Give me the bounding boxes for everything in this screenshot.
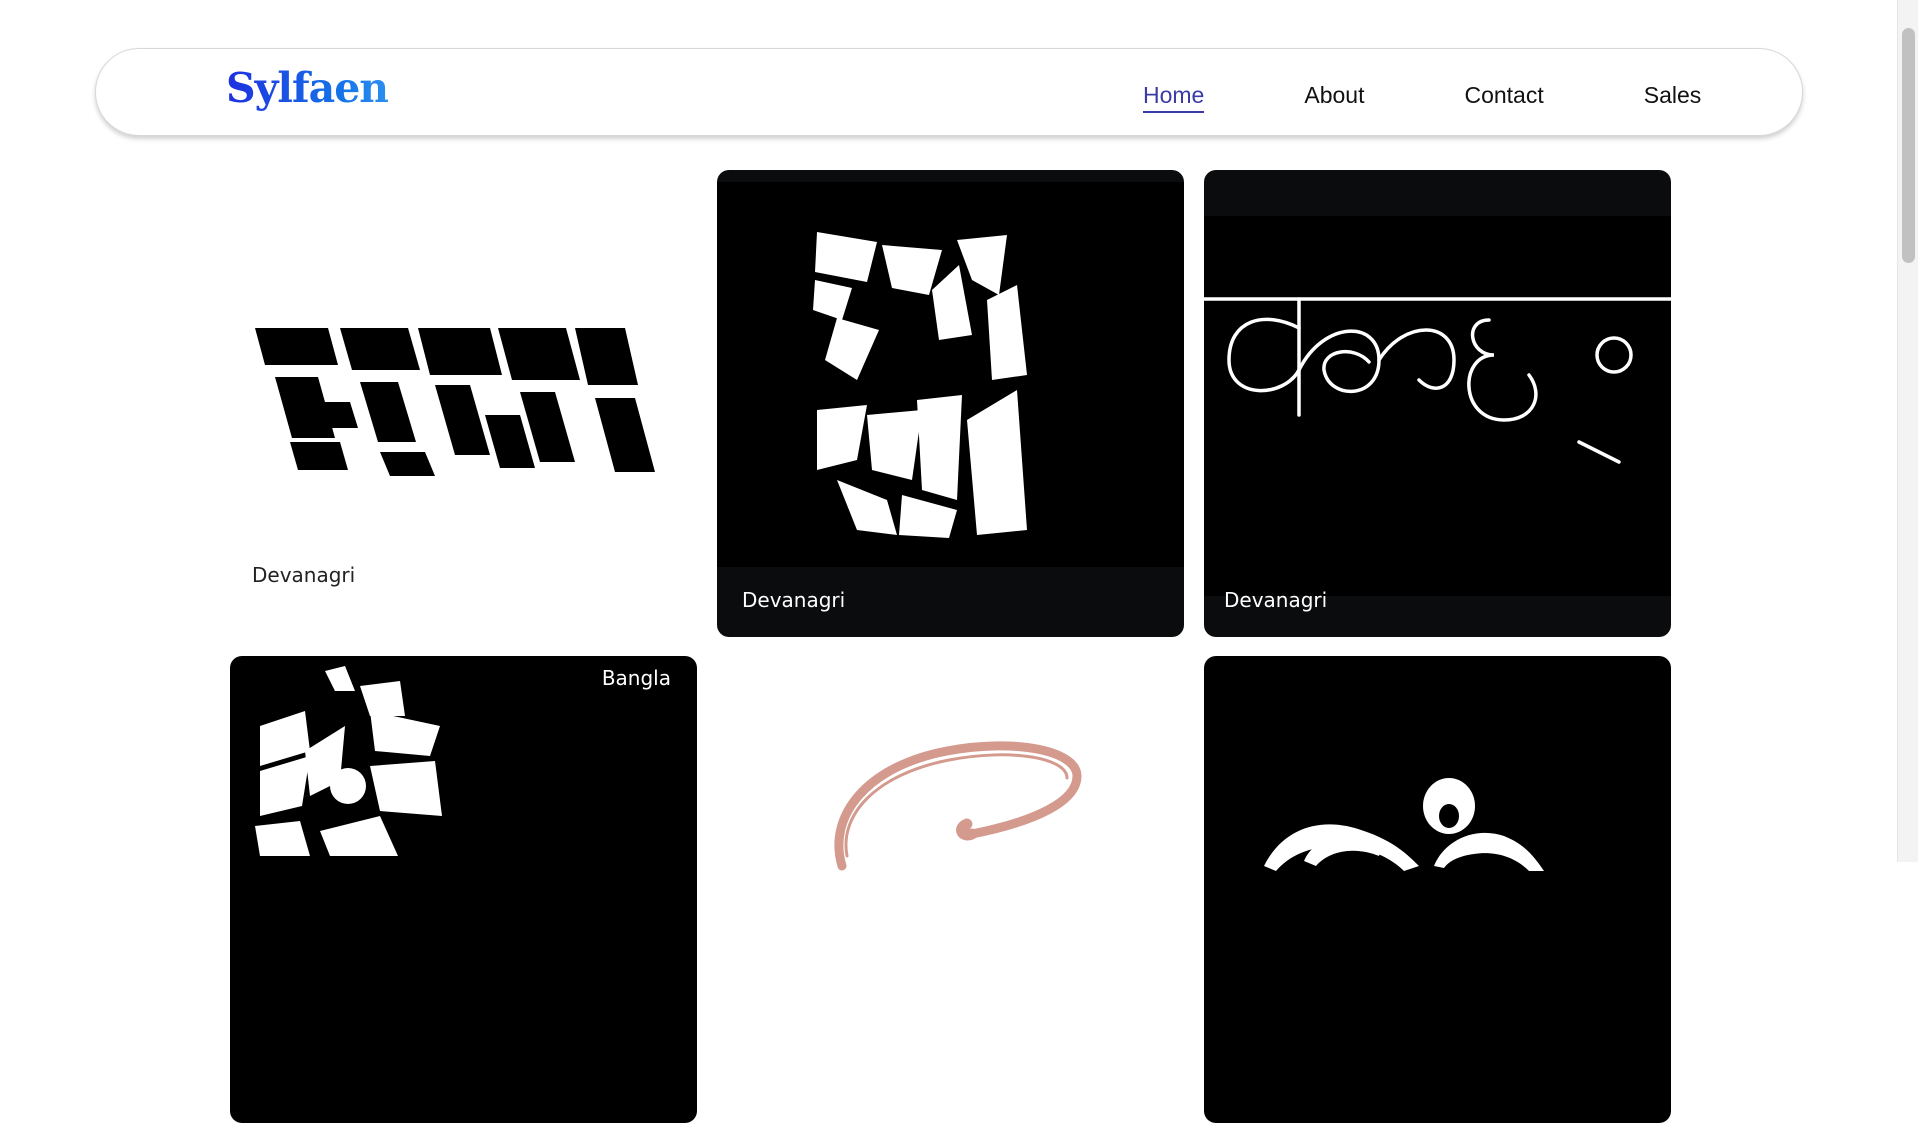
nav-sales-link[interactable]: Sales xyxy=(1644,79,1702,111)
gallery-card-devanagri-1[interactable]: Devanagri xyxy=(230,170,697,637)
brush-stroke-artwork xyxy=(834,741,1082,871)
card-label: Devanagri xyxy=(1224,588,1328,612)
gallery-card-brush[interactable] xyxy=(717,656,1184,1123)
lettering-artwork-shards xyxy=(717,182,1184,567)
nav-links: Home About Contact Sales xyxy=(1143,79,1801,113)
nav-home-link[interactable]: Home xyxy=(1143,79,1205,113)
navbar: Sylfaen Home About Contact Sales xyxy=(95,48,1803,136)
page-scrollbar[interactable] xyxy=(1897,0,1918,862)
site-logo[interactable]: Sylfaen xyxy=(226,64,389,112)
card-label: Devanagri xyxy=(742,588,846,612)
lettering-artwork-bangla xyxy=(255,666,442,856)
nav-contact-link[interactable]: Contact xyxy=(1464,79,1543,111)
card-label: Bangla xyxy=(601,666,671,690)
card-label: Devanagri xyxy=(252,563,356,587)
gallery-card-calligraphy[interactable] xyxy=(1204,656,1671,1123)
scrollbar-thumb[interactable] xyxy=(1902,28,1915,263)
gallery-card-bangla[interactable]: Bangla xyxy=(230,656,697,1123)
nav-about-link[interactable]: About xyxy=(1304,79,1364,111)
lettering-artwork-monoline xyxy=(1204,216,1671,596)
lettering-artwork-calligraphy xyxy=(1264,778,1544,871)
gallery-card-devanagri-2[interactable]: Devanagri xyxy=(717,170,1184,637)
gallery-card-devanagri-3[interactable]: Devanagri xyxy=(1204,170,1671,637)
